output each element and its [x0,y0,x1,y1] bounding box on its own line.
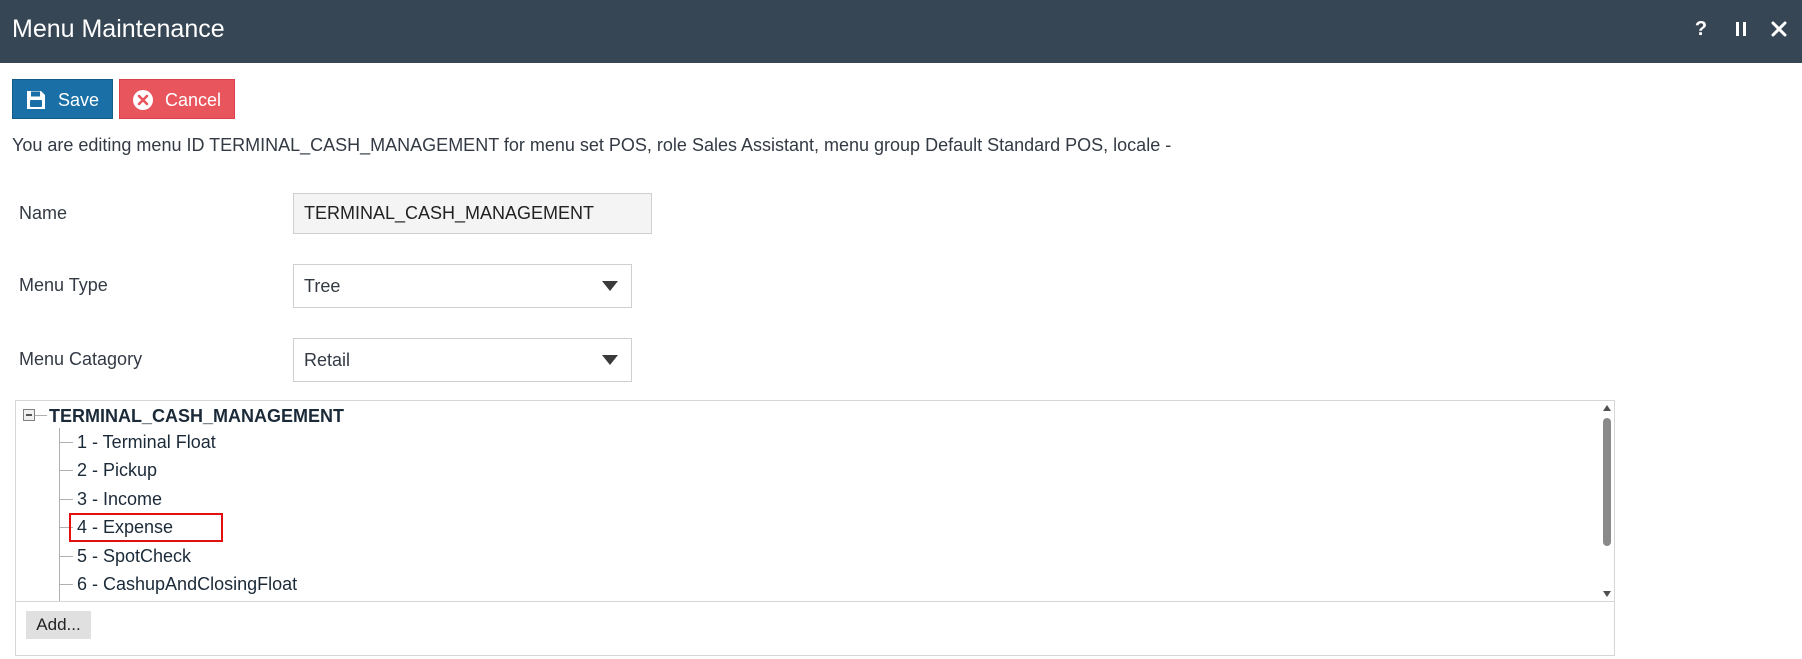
title-bar: Menu Maintenance ? [0,0,1802,63]
scroll-up-icon[interactable] [1603,405,1611,411]
tree-node-label: 3 - Income [77,489,163,509]
tree-connector [59,527,73,528]
chevron-down-icon [602,355,618,365]
tree-node-label: 6 - CashupAndClosingFloat [77,574,298,594]
tree-node-label: 2 - Pickup [77,460,158,480]
add-button[interactable]: Add... [26,611,91,639]
menu-category-label: Menu Catagory [19,349,143,369]
tree-connector [59,428,60,601]
question-mark-icon: ? [1694,17,1708,40]
tree-node-label: 4 - Expense [77,517,174,537]
tree-scrollbar[interactable] [1600,401,1614,601]
save-button[interactable]: Save [12,79,113,119]
name-label: Name [19,203,68,223]
tree-connector [59,442,73,443]
name-input[interactable] [293,193,652,234]
menu-tree-panel: TERMINAL_CASH_MANAGEMENT 1 - Terminal Fl… [15,400,1615,656]
tree-connector [35,415,47,416]
pause-button[interactable] [1726,14,1756,44]
tree-connector [59,470,73,471]
collapse-icon[interactable] [23,409,35,421]
menu-category-value: Retail [304,350,351,370]
scroll-down-icon[interactable] [1603,591,1611,597]
menu-type-value: Tree [304,276,341,296]
menu-tree: TERMINAL_CASH_MANAGEMENT 1 - Terminal Fl… [16,401,1614,602]
pause-icon [1736,22,1746,36]
editing-info-text: You are editing menu ID TERMINAL_CASH_MA… [12,135,1172,155]
help-button[interactable]: ? [1686,14,1716,44]
tree-connector [59,499,73,500]
cancel-button-label: Cancel [165,90,222,110]
save-button-label: Save [58,90,100,110]
menu-type-select[interactable]: Tree [293,264,632,308]
menu-category-select[interactable]: Retail [293,338,632,382]
tree-connector [59,584,73,585]
tree-connector [59,556,73,557]
window-title: Menu Maintenance [12,15,225,43]
circle-x-icon [133,90,153,110]
tree-node-label: 5 - SpotCheck [77,546,192,566]
scrollbar-thumb[interactable] [1603,418,1611,546]
cancel-button[interactable]: Cancel [119,79,235,119]
floppy-disk-icon [27,91,45,109]
tree-root-node[interactable]: TERMINAL_CASH_MANAGEMENT [49,404,344,428]
tree-node-label: 1 - Terminal Float [77,432,216,452]
close-icon [1771,21,1787,37]
close-button[interactable] [1764,14,1794,44]
chevron-down-icon [602,281,618,291]
menu-type-label: Menu Type [19,275,108,295]
